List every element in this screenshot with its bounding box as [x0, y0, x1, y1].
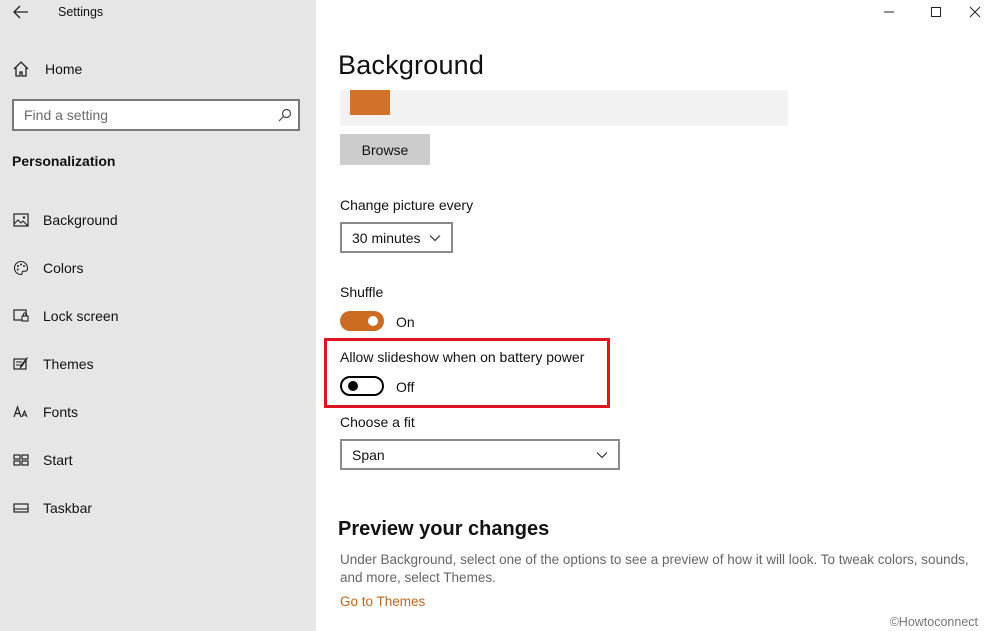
- app-title: Settings: [58, 5, 104, 19]
- choose-fit-dropdown[interactable]: Span: [340, 439, 620, 470]
- sidebar-item-taskbar[interactable]: Taskbar: [12, 496, 302, 520]
- battery-slideshow-label: Allow slideshow when on battery power: [340, 349, 585, 365]
- choose-fit-value: Span: [352, 446, 385, 463]
- sidebar-item-label: Lock screen: [43, 308, 119, 324]
- sidebar-item-label: Themes: [43, 356, 94, 372]
- change-picture-dropdown[interactable]: 30 minutes: [340, 222, 453, 253]
- sidebar-item-label: Taskbar: [43, 500, 93, 516]
- toggle-knob: [368, 316, 378, 326]
- section-title: Personalization: [12, 153, 116, 169]
- home-label: Home: [45, 61, 83, 77]
- home-nav-item[interactable]: Home: [12, 58, 82, 80]
- sidebar-item-label: Start: [43, 452, 73, 468]
- shuffle-label: Shuffle: [340, 284, 384, 300]
- toggle-knob: [348, 381, 358, 391]
- sidebar-item-fonts[interactable]: Fonts: [12, 400, 302, 424]
- change-picture-label: Change picture every: [340, 197, 474, 213]
- sidebar: Settings Home Personalization Background…: [0, 0, 316, 631]
- preview-description: Under Background, select one of the opti…: [340, 552, 969, 585]
- sidebar-item-background[interactable]: Background: [12, 208, 302, 232]
- themes-icon: [12, 355, 30, 373]
- back-arrow-icon: [13, 5, 28, 19]
- battery-slideshow-toggle[interactable]: [340, 376, 384, 396]
- minimize-button[interactable]: [866, 0, 912, 24]
- sidebar-item-lock-screen[interactable]: Lock screen: [12, 304, 302, 328]
- chevron-down-icon: [429, 234, 441, 241]
- choose-fit-label: Choose a fit: [340, 414, 415, 430]
- battery-slideshow-state: Off: [396, 379, 415, 395]
- start-icon: [12, 451, 30, 469]
- main-panel: Background Browse Change picture every 3…: [316, 0, 990, 631]
- fonts-icon: [12, 403, 30, 421]
- sidebar-item-label: Fonts: [43, 404, 79, 420]
- go-to-themes-link[interactable]: Go to Themes: [340, 594, 425, 609]
- search-box[interactable]: [12, 99, 300, 131]
- sidebar-item-label: Colors: [43, 260, 84, 276]
- picture-thumbnail[interactable]: [350, 90, 390, 115]
- minimize-icon: [884, 11, 894, 13]
- chevron-down-icon: [596, 451, 608, 458]
- maximize-icon: [931, 7, 941, 17]
- lock-screen-icon: [12, 307, 30, 325]
- browse-button[interactable]: Browse: [340, 134, 430, 165]
- sidebar-item-label: Background: [43, 212, 118, 228]
- taskbar-icon: [12, 499, 30, 517]
- picture-preview-strip: [340, 90, 788, 126]
- back-button[interactable]: [12, 3, 30, 21]
- search-input[interactable]: [24, 107, 278, 123]
- sidebar-item-start[interactable]: Start: [12, 448, 302, 472]
- sidebar-item-colors[interactable]: Colors: [12, 256, 302, 280]
- page-title: Background: [338, 50, 485, 80]
- sidebar-item-themes[interactable]: Themes: [12, 352, 302, 376]
- watermark: ©Howtoconnect: [889, 615, 978, 629]
- change-picture-value: 30 minutes: [352, 229, 421, 246]
- image-icon: [12, 211, 30, 229]
- preview-section-title: Preview your changes: [338, 518, 550, 540]
- close-button[interactable]: [952, 0, 990, 24]
- close-icon: [969, 6, 981, 18]
- search-icon[interactable]: [278, 108, 292, 122]
- home-icon: [13, 61, 29, 77]
- palette-icon: [12, 259, 30, 277]
- shuffle-toggle[interactable]: [340, 311, 384, 331]
- shuffle-state: On: [396, 314, 415, 330]
